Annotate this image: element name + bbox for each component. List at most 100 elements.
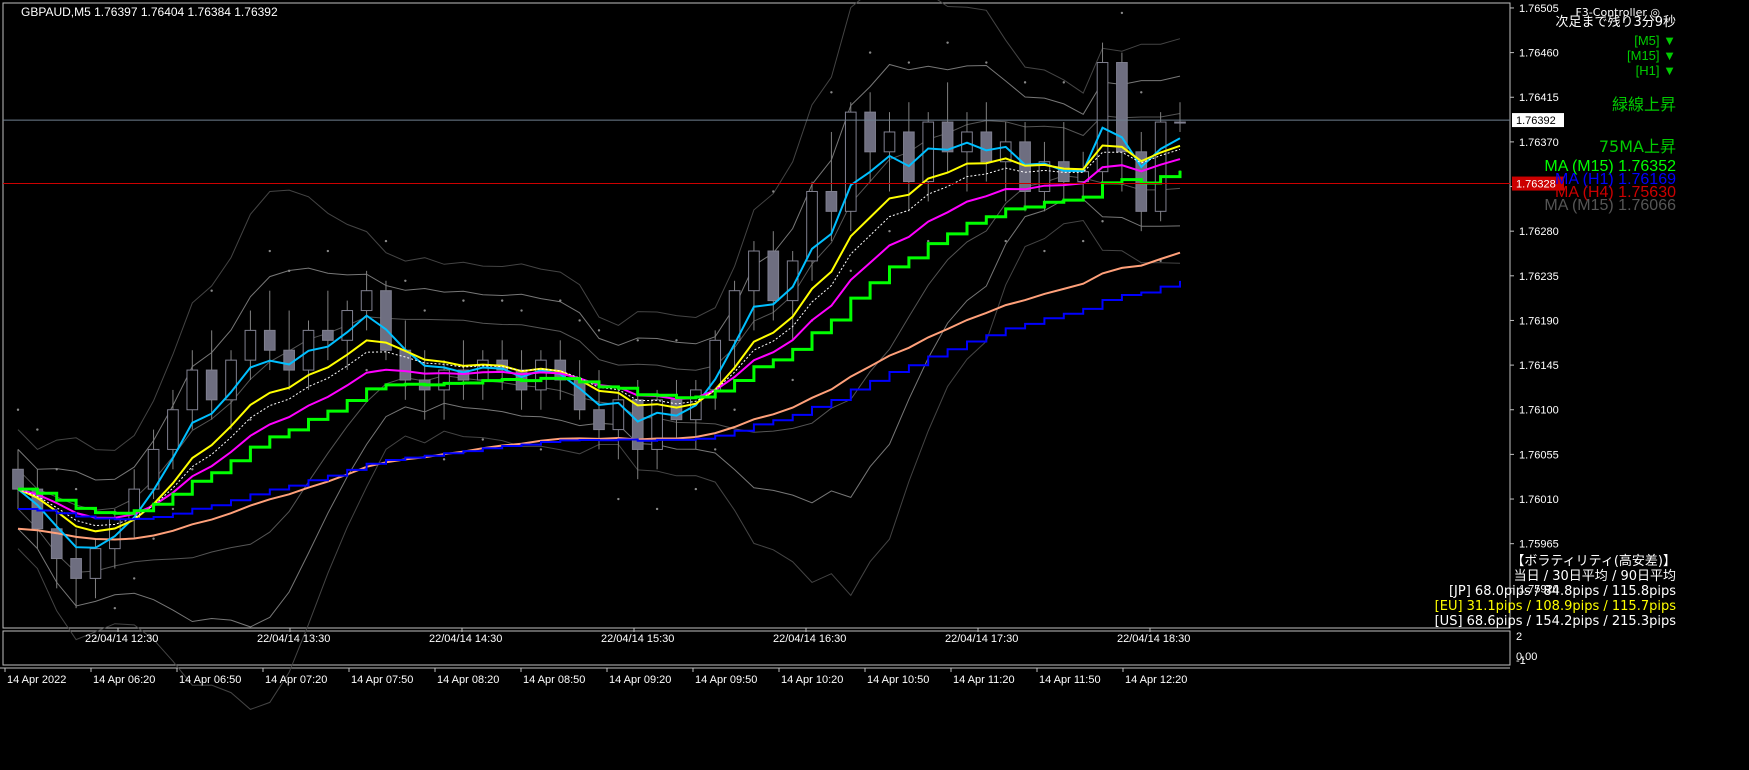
horizontal-lines (3, 119, 1510, 185)
sar-dot (927, 239, 930, 243)
sar-dot (946, 41, 949, 44)
parabolic-sar (16, 11, 1182, 640)
sar-dot (326, 249, 330, 253)
volatility-row: [JP] 68.0pips / 84.8pips / 115.8pips (1448, 584, 1676, 599)
sar-dot (520, 309, 523, 312)
price-label: 1.76415 (1519, 92, 1559, 104)
upper-time-label: 22/04/14 15:30 (601, 633, 674, 645)
sar-dot (791, 378, 794, 382)
sar-dot (1101, 220, 1104, 223)
tf-label: [M15] (1627, 48, 1664, 63)
candle-bear (631, 399, 644, 450)
tf-label: [M5] (1634, 33, 1664, 48)
candle-bull (244, 329, 257, 361)
price-label: 1.76235 (1519, 271, 1559, 283)
sar-dot (152, 537, 155, 540)
bottom-time-label: 14 Apr 08:50 (523, 674, 585, 686)
sar-dot (694, 487, 698, 491)
chart-border (2, 2, 1511, 629)
bottom-time-label: 14 Apr 06:50 (179, 674, 241, 686)
candle-bear (825, 190, 838, 212)
upper-time-label: 22/04/14 18:30 (1117, 633, 1190, 645)
sar-dot (384, 239, 388, 243)
candle-bear (205, 369, 218, 401)
sar-dot (985, 61, 988, 64)
tf-signal-2: [H1] ▼ (1636, 64, 1676, 78)
sar-dot (714, 448, 717, 451)
bottom-time-label: 14 Apr 11:50 (1039, 674, 1101, 686)
sar-dot (675, 339, 678, 342)
ma-green-step (18, 170, 1182, 515)
sar-dot (559, 299, 562, 302)
sar-dot (113, 606, 117, 610)
candle-bull (535, 359, 547, 391)
bottom-time-label: 14 Apr 09:50 (695, 674, 757, 686)
sar-dot (655, 507, 659, 511)
price-label: 1.76460 (1519, 48, 1559, 60)
candle-bull (89, 548, 102, 579)
candle-bull (225, 359, 237, 401)
volatility-title: 【ボラティリティ(高安差)】 (1511, 554, 1676, 569)
sar-dot (442, 458, 446, 461)
candle-bull (1174, 121, 1186, 124)
upper-time-label: 22/04/14 12:30 (85, 633, 158, 645)
sar-dot (249, 418, 252, 421)
bottom-time-label: 14 Apr 2022 (7, 674, 66, 686)
upper-time-label: 22/04/14 13:30 (257, 633, 330, 645)
sar-dot (500, 299, 504, 302)
down-arrow-icon: ▼ (1663, 48, 1676, 63)
bottom-time-label: 14 Apr 09:20 (609, 674, 671, 686)
sar-dot (617, 497, 620, 501)
bottom-time-label: 14 Apr 12:20 (1125, 674, 1187, 686)
sar-dot (268, 249, 271, 253)
candle-bear (903, 131, 915, 183)
candle-bull (360, 290, 373, 312)
bottom-time-label: 14 Apr 07:20 (265, 674, 327, 686)
status-75ma-rising: 75MA上昇 (1598, 137, 1676, 156)
bottom-time-label: 14 Apr 08:20 (437, 674, 499, 686)
upper-time-label: 22/04/14 16:30 (773, 633, 846, 645)
volatility-row: [US] 68.6pips / 154.2pips / 215.3pips (1434, 614, 1676, 629)
sar-dot (578, 319, 581, 322)
bottom-time-label: 14 Apr 10:50 (867, 674, 929, 686)
sar-dot (365, 368, 368, 372)
symbol-info: GBPAUD,M5 1.76397 1.76404 1.76384 1.7639… (21, 5, 278, 19)
sar-dot (462, 299, 465, 302)
sar-dot (191, 468, 194, 471)
sar-dot (597, 329, 601, 332)
sar-dot (733, 408, 736, 411)
tf-signal-0: [M5] ▼ (1634, 34, 1676, 48)
candle-bear (864, 111, 876, 153)
candles (12, 42, 1186, 609)
sar-dot (74, 487, 78, 491)
upper-time-label: 22/04/14 14:30 (429, 633, 502, 645)
time-axes: 22/04/14 12:30 22/04/14 13:30 22/04/14 14:… (4, 628, 1190, 686)
sar-dot (888, 229, 891, 233)
candle-bear (980, 131, 993, 163)
candle-bear (767, 250, 780, 302)
candle-bull (728, 290, 741, 341)
current-price-tag: 1.76392 (1516, 115, 1556, 127)
sar-dot (210, 289, 213, 292)
sub-axis-label: -1 (1516, 655, 1526, 667)
candle-bull (709, 339, 722, 391)
price-label: 1.76370 (1519, 137, 1559, 149)
status-green-rising: 緑線上昇 (1611, 95, 1676, 114)
candle-bear (941, 121, 954, 153)
price-label: 1.76010 (1519, 494, 1559, 506)
sar-dot (1140, 91, 1143, 94)
price-label: 1.76280 (1519, 226, 1559, 238)
candle-bear (283, 349, 295, 371)
sar-dot (849, 269, 852, 273)
sar-dot (636, 339, 639, 342)
candle-bull (167, 409, 179, 450)
sar-dot (868, 51, 872, 54)
price-chart: 1.765051.764601.764151.763701.763251.762… (0, 0, 1564, 710)
price-label: 1.76505 (1519, 3, 1559, 15)
volatility-row: [EU] 31.1pips / 108.9pips / 115.7pips (1434, 599, 1676, 614)
ma-readout-3: MA (M15) 1.76066 (1544, 197, 1676, 214)
price-label: 1.76145 (1519, 360, 1559, 372)
sar-dot (772, 190, 775, 193)
candle-bull (883, 131, 896, 153)
upper-time-label: 22/04/14 17:30 (945, 633, 1018, 645)
